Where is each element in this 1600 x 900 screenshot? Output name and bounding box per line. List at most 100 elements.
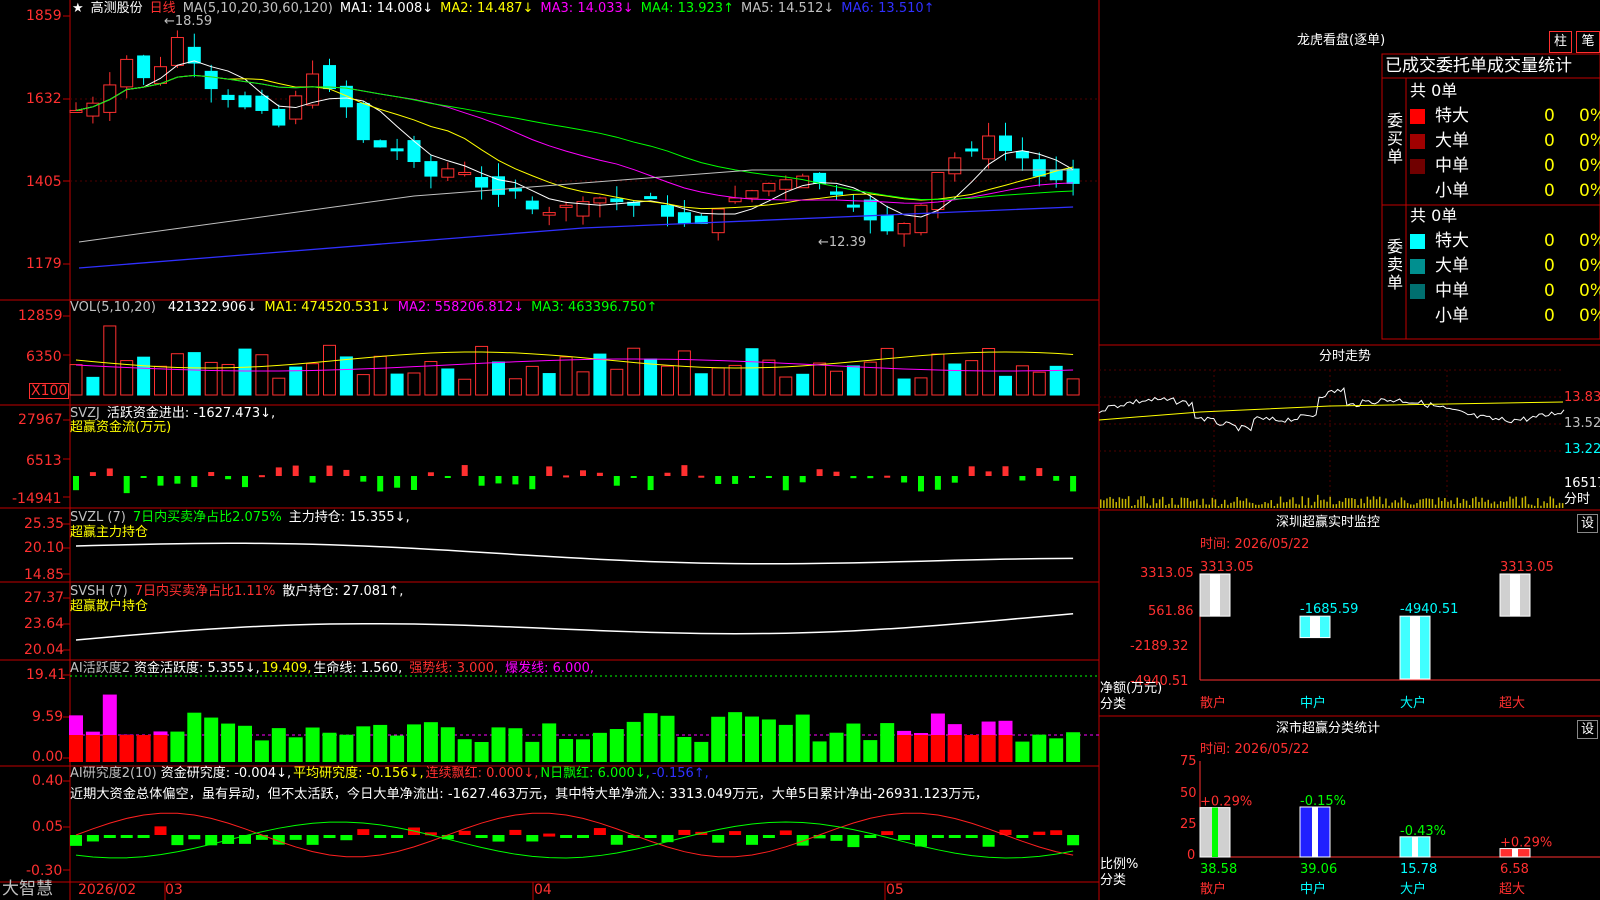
activity-bar xyxy=(356,726,371,762)
intraday-volume xyxy=(1115,502,1117,508)
star-icon[interactable]: ★ xyxy=(72,1,84,16)
active-y-tick: 9.59 xyxy=(32,709,64,725)
order-type: 小单 xyxy=(1435,181,1469,201)
retail-line xyxy=(75,612,1074,641)
fund-flow-bar xyxy=(225,476,232,480)
burst-line: 爆发线: 6.000, xyxy=(505,661,595,676)
legend-swatch xyxy=(1410,109,1425,124)
order-pct: 0% xyxy=(1579,106,1600,126)
intraday-volume xyxy=(1506,501,1508,508)
class-y-tick: 75 xyxy=(1180,754,1197,769)
candle xyxy=(830,191,843,195)
intraday-volume xyxy=(1134,505,1136,508)
cont-red: 连续飘红: 0.000↓, xyxy=(425,766,539,781)
candle xyxy=(103,84,117,113)
intraday-volume xyxy=(1165,505,1167,508)
sell-total: 共 0单 xyxy=(1410,206,1458,225)
intraday-volume xyxy=(1462,498,1465,508)
buy-label: 单 xyxy=(1387,147,1404,166)
monitor-bar-highlight xyxy=(1510,574,1520,617)
intraday-volume xyxy=(1521,497,1524,508)
fund-flow-bar xyxy=(461,465,468,476)
fund-flow-bar xyxy=(968,466,975,476)
dzh-logo[interactable]: 大智慧 xyxy=(2,880,53,898)
research-y-tick: 0.05 xyxy=(32,819,64,835)
research-bar xyxy=(1033,831,1046,835)
ma6-value: MA6: 13.510↑ xyxy=(841,1,935,16)
ma5-value: MA5: 14.512↓ xyxy=(740,1,835,16)
svsh-ratio: 7日内买卖净占比1.11% xyxy=(134,584,276,599)
intraday-volume xyxy=(1286,501,1288,508)
class-bars: +0.29% 38.58 -0.15% 39.06 -0.43% 15.78 +0.29% 6… xyxy=(1199,761,1600,877)
intraday-volume xyxy=(1369,499,1372,508)
candle xyxy=(593,197,607,204)
activity-bar-red xyxy=(102,735,117,762)
candle xyxy=(863,199,877,221)
intraday-volume xyxy=(1431,499,1434,508)
candle xyxy=(69,109,83,113)
monitor-value-label: -4940.51 xyxy=(1400,602,1458,617)
fund-flow-bar xyxy=(951,476,958,483)
class-settings-button[interactable]: 设 xyxy=(1577,720,1598,739)
intraday-volume xyxy=(1338,500,1341,508)
monitor-ylabel: 净额(万元) xyxy=(1100,681,1163,696)
fund-flow-bar xyxy=(73,476,79,491)
intraday-volume xyxy=(1484,501,1486,508)
intraday-volume xyxy=(1403,500,1406,508)
fund-flow-bars xyxy=(73,465,1077,494)
intraday-volume xyxy=(1186,497,1189,508)
monitor-settings-button[interactable]: 设 xyxy=(1577,514,1598,533)
vol-unit-button[interactable]: X100 xyxy=(29,383,70,399)
research-bar xyxy=(475,835,488,838)
research-bar xyxy=(729,831,742,835)
fund-flow-bar xyxy=(867,476,874,479)
fund-flow-bar xyxy=(782,476,789,491)
activity-bar-red xyxy=(153,735,168,762)
intraday-volume xyxy=(1357,505,1359,508)
order-row: 特大 0 0% xyxy=(1410,106,1600,126)
fund-flow-bar xyxy=(681,465,688,476)
research-bar xyxy=(948,835,961,838)
candle xyxy=(390,148,404,152)
volume-bar xyxy=(441,368,455,396)
chart-canvas[interactable]: 3313.05 -1685.59 -4940.51 3313.05 +0.29% 38.… xyxy=(0,0,1600,900)
intraday-volume xyxy=(1295,503,1297,508)
candle xyxy=(914,204,928,234)
research-bar xyxy=(357,829,370,835)
intraday-volume xyxy=(1366,496,1369,508)
legend-swatch xyxy=(1410,134,1425,149)
intraday-volume xyxy=(1189,501,1192,508)
bar-mode-button[interactable]: 柱 xyxy=(1549,31,1572,53)
stock-name[interactable]: 高测股份 xyxy=(91,1,143,16)
research-bar xyxy=(982,835,995,847)
fund-flow-bar xyxy=(596,472,603,476)
research-bar xyxy=(543,833,556,837)
candle xyxy=(644,196,658,200)
stock-terminal: { "main": { "star": "★", "stock_name": "… xyxy=(0,0,1600,900)
order-stat-tabs[interactable]: 已成交委托单成交量统计 xyxy=(1385,57,1572,75)
fund-flow-bar xyxy=(749,476,755,478)
volume-bar xyxy=(559,356,573,396)
candle xyxy=(323,65,336,90)
svzl-y-tick: 20.10 xyxy=(24,540,65,556)
intraday-volume xyxy=(1323,499,1325,508)
fund-flow-bar xyxy=(816,469,823,476)
intraday-volume xyxy=(1351,498,1353,508)
intraday-volume xyxy=(1174,504,1176,508)
candle xyxy=(424,161,438,177)
fund-flow-bar xyxy=(1070,476,1077,492)
fund-flow-bar xyxy=(89,472,96,476)
intraday-volume xyxy=(1177,504,1179,508)
activity-bar xyxy=(694,741,709,762)
fund-flow-bar xyxy=(613,476,620,486)
monitor-value-label: 3313.05 xyxy=(1500,560,1554,575)
intraday-volume xyxy=(1437,497,1440,508)
candle xyxy=(255,95,269,111)
tick-mode-button[interactable]: 笔 xyxy=(1576,31,1600,53)
intraday-volume xyxy=(1193,500,1195,508)
fund-flow-bar xyxy=(394,476,401,488)
class-cat: 大户 xyxy=(1400,882,1427,897)
order-row: 小单 0 0% xyxy=(1410,306,1600,326)
intraday-volume xyxy=(1183,497,1186,508)
activity-bar xyxy=(761,719,776,762)
